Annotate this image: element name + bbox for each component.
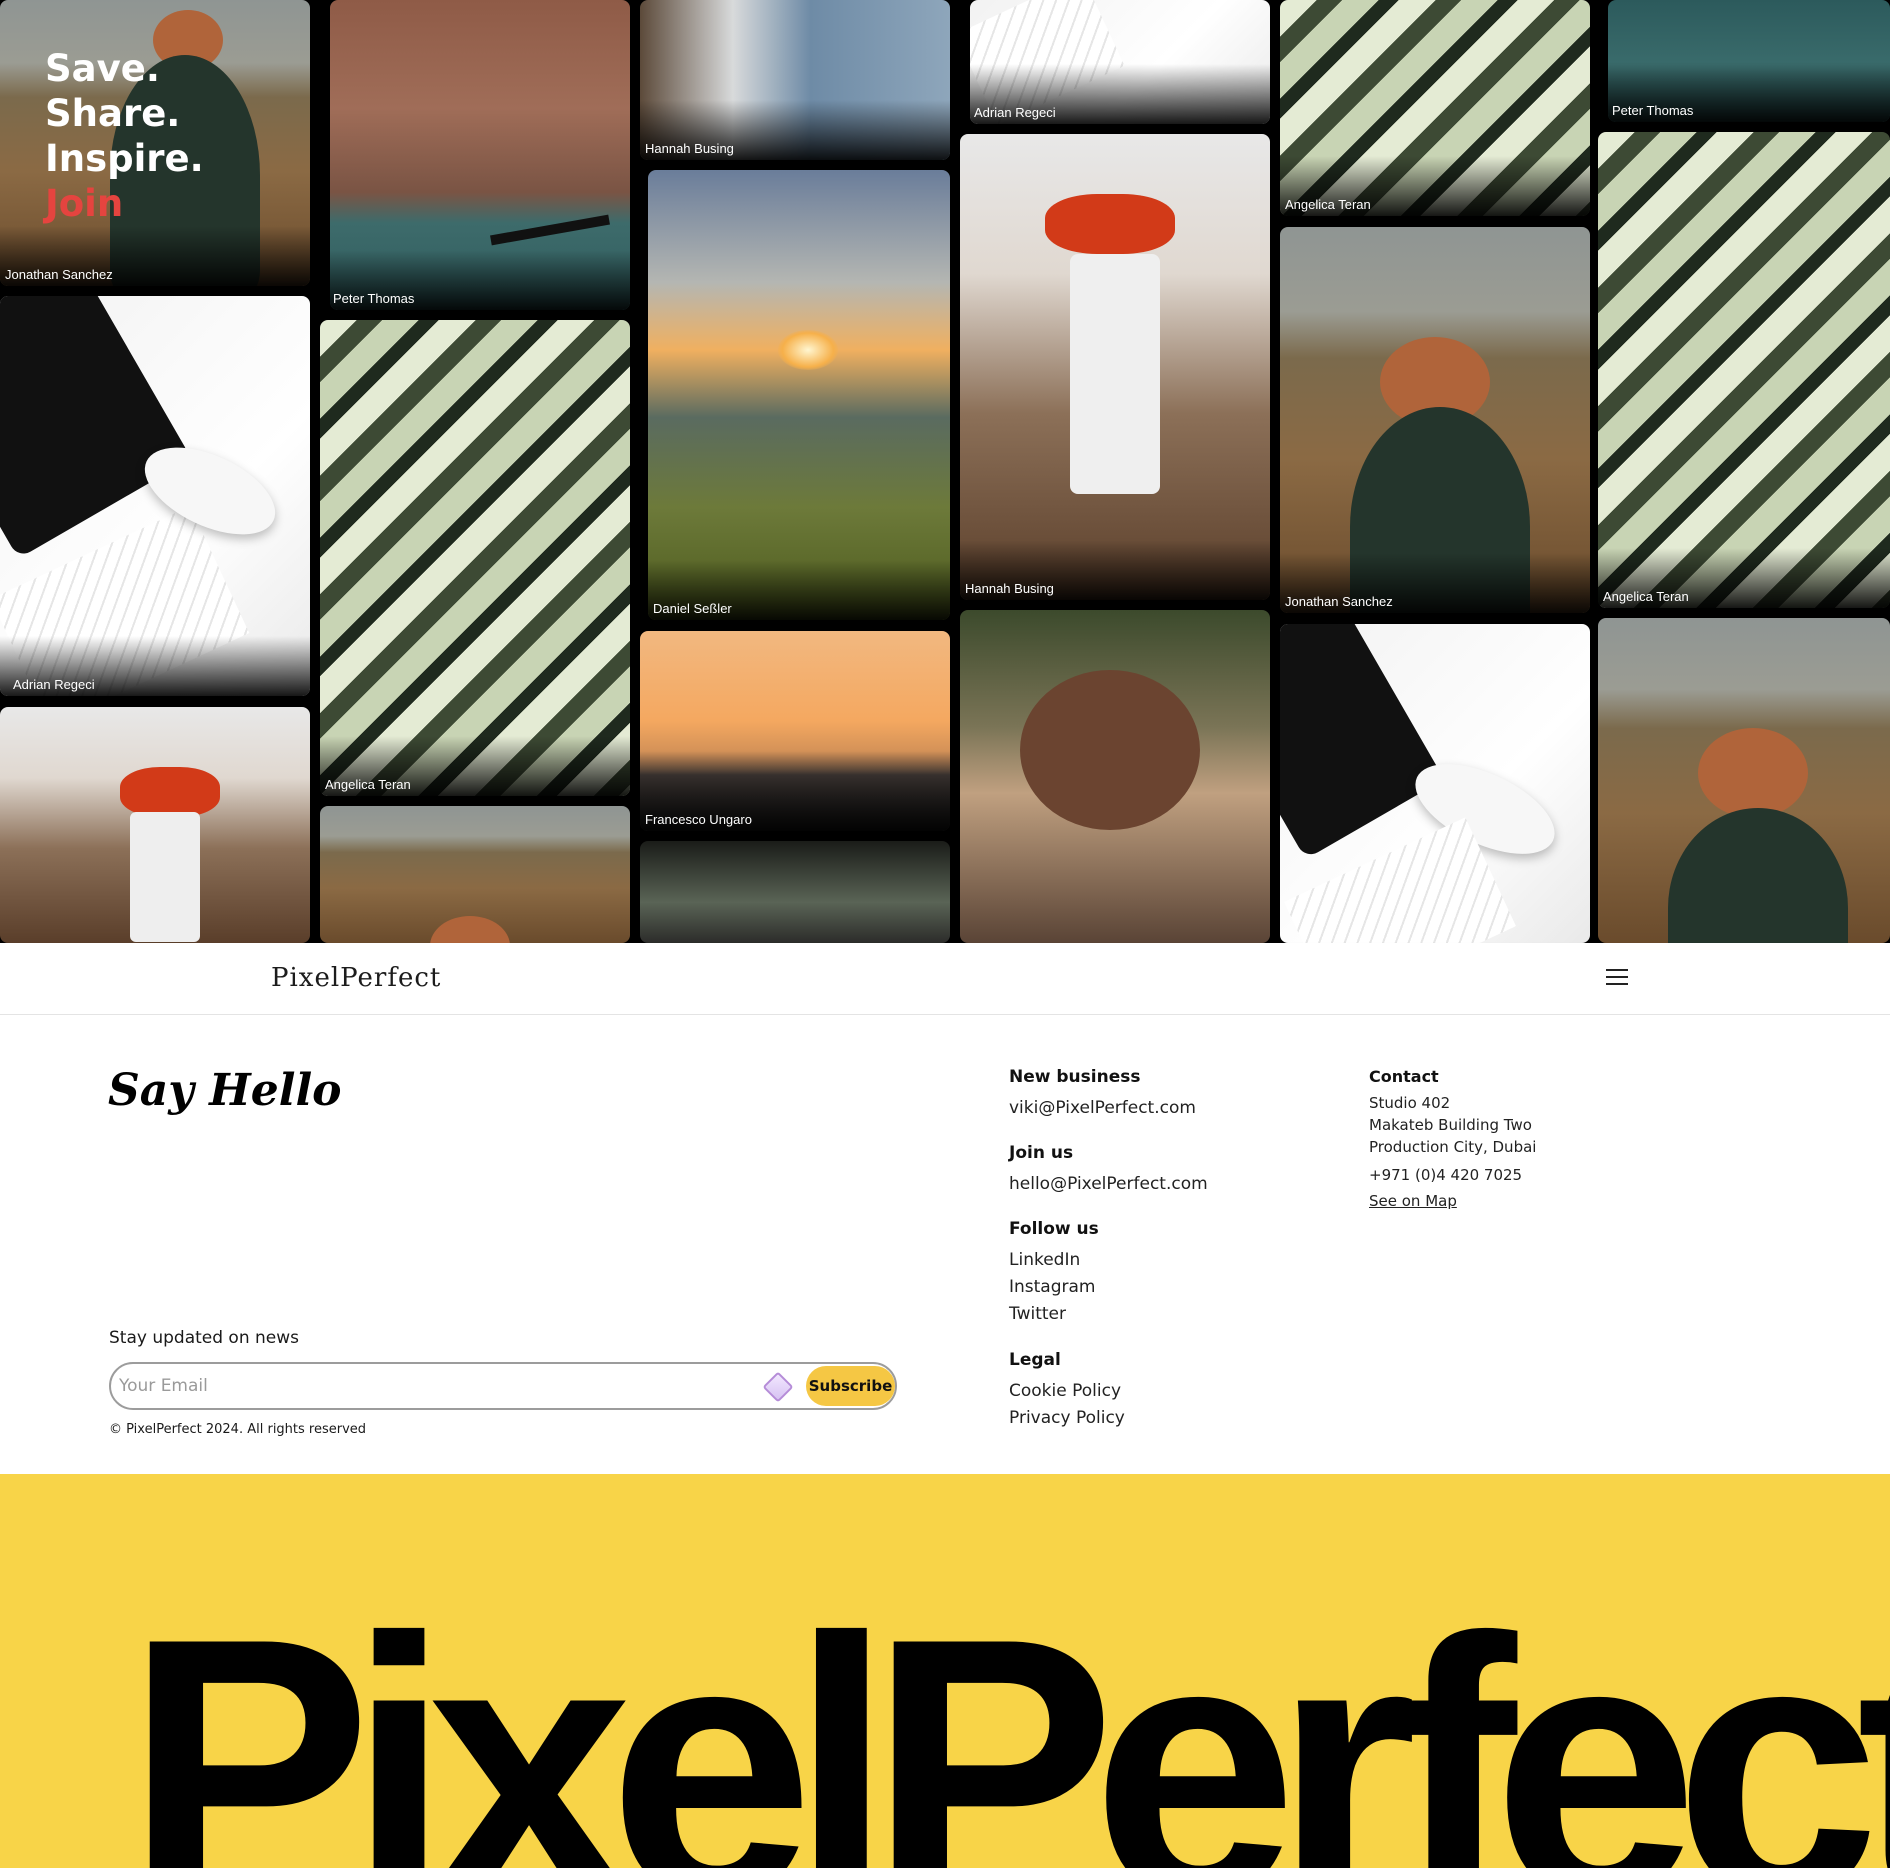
hero-line: Share. bbox=[45, 92, 181, 135]
hamburger-menu-icon[interactable] bbox=[1606, 969, 1628, 987]
hero-line: Inspire. bbox=[45, 137, 204, 180]
photo-credit: Hannah Busing bbox=[965, 581, 1054, 596]
email-input[interactable] bbox=[119, 1372, 759, 1400]
photo-credit: Angelica Teran bbox=[1603, 589, 1689, 604]
boy-hat-shape bbox=[1698, 728, 1808, 818]
section-title: Join us bbox=[1009, 1143, 1074, 1163]
follow-us-section: Follow us LinkedIn Instagram Twitter bbox=[1009, 1219, 1099, 1328]
contact-section: Contact Studio 402 Makateb Building Two … bbox=[1369, 1067, 1536, 1210]
address-line: Production City, Dubai bbox=[1369, 1138, 1537, 1156]
instagram-link[interactable]: Instagram bbox=[1009, 1274, 1099, 1301]
flowers-shape bbox=[1045, 194, 1175, 254]
footer: Say Hello Stay updated on news Subscribe… bbox=[0, 1015, 1890, 1474]
banner-wordmark: PixelPerfect bbox=[125, 1562, 1890, 1868]
twitter-link[interactable]: Twitter bbox=[1009, 1301, 1099, 1328]
brand-banner: PixelPerfect bbox=[0, 1474, 1890, 1868]
photo-tile[interactable] bbox=[960, 610, 1270, 943]
photo-tile[interactable]: Hannah Busing bbox=[960, 134, 1270, 600]
photo-tile[interactable]: Angelica Teran bbox=[320, 320, 630, 796]
join-us-section: Join us hello@PixelPerfect.com bbox=[1009, 1143, 1208, 1198]
photo-tile[interactable]: Daniel Seßler bbox=[648, 170, 950, 620]
cookie-policy-link[interactable]: Cookie Policy bbox=[1009, 1378, 1125, 1405]
photo-credit: Hannah Busing bbox=[645, 141, 734, 156]
address-line: Makateb Building Two bbox=[1369, 1116, 1532, 1134]
photo-credit: Adrian Regeci bbox=[13, 677, 95, 692]
copyright: © PixelPerfect 2024. All rights reserved bbox=[109, 1422, 367, 1437]
photo-credit: Angelica Teran bbox=[1285, 197, 1371, 212]
photo-credit: Peter Thomas bbox=[1612, 103, 1694, 118]
section-title: Legal bbox=[1009, 1350, 1061, 1370]
photo-credit: Daniel Seßler bbox=[653, 601, 732, 616]
phone-number[interactable]: +971 (0)4 420 7025 bbox=[1369, 1166, 1536, 1184]
hair-shape bbox=[1020, 670, 1200, 830]
gondola-shape bbox=[490, 214, 610, 246]
linkedin-link[interactable]: LinkedIn bbox=[1009, 1247, 1099, 1274]
boy-hat-shape bbox=[430, 916, 510, 943]
photo-tile[interactable]: Adrian Regeci bbox=[970, 0, 1270, 124]
newsletter-label: Stay updated on news bbox=[109, 1328, 300, 1348]
photo-tile[interactable] bbox=[320, 806, 630, 943]
section-title: New business bbox=[1009, 1067, 1141, 1087]
photo-credit: Angelica Teran bbox=[325, 777, 411, 792]
section-title: Contact bbox=[1369, 1067, 1439, 1086]
photo-tile[interactable] bbox=[0, 707, 310, 943]
photo-gallery: Jonathan Sanchez Save. Share. Inspire. J… bbox=[0, 0, 1890, 943]
boy-figure-shape bbox=[1668, 808, 1848, 943]
photo-credit: Adrian Regeci bbox=[974, 105, 1056, 120]
photo-tile[interactable]: Jonathan Sanchez bbox=[1280, 227, 1590, 613]
flowers-shape bbox=[120, 767, 220, 817]
gem-icon bbox=[762, 1371, 794, 1403]
photo-tile[interactable] bbox=[640, 841, 950, 943]
top-navbar: PixelPerfect bbox=[0, 943, 1890, 1015]
hero-tagline: Save. Share. Inspire. Join bbox=[45, 46, 204, 226]
photo-tile[interactable]: Angelica Teran bbox=[1598, 132, 1890, 608]
new-business-email-link[interactable]: viki@PixelPerfect.com bbox=[1009, 1095, 1196, 1122]
photo-tile[interactable]: Peter Thomas bbox=[330, 0, 630, 310]
sun-glow-shape bbox=[778, 330, 838, 370]
tablet-shape bbox=[1280, 624, 1445, 860]
photo-tile[interactable]: Francesco Ungaro bbox=[640, 631, 950, 831]
photo-credit: Peter Thomas bbox=[333, 291, 415, 306]
newsletter-form: Subscribe bbox=[109, 1362, 897, 1410]
photo-tile[interactable]: Hannah Busing bbox=[640, 0, 950, 160]
see-on-map-link[interactable]: See on Map bbox=[1369, 1192, 1536, 1210]
photo-tile[interactable] bbox=[1280, 624, 1590, 943]
section-title: Follow us bbox=[1009, 1219, 1099, 1239]
photo-tile[interactable]: Angelica Teran bbox=[1280, 0, 1590, 216]
photo-credit: Jonathan Sanchez bbox=[5, 267, 113, 282]
grinder-shape bbox=[130, 812, 200, 942]
photo-tile[interactable]: Peter Thomas bbox=[1608, 0, 1890, 122]
subscribe-button[interactable]: Subscribe bbox=[806, 1366, 895, 1406]
photo-credit: Jonathan Sanchez bbox=[1285, 594, 1393, 609]
say-hello-heading: Say Hello bbox=[108, 1065, 342, 1116]
logo[interactable]: PixelPerfect bbox=[271, 963, 441, 993]
hero-line: Save. bbox=[45, 47, 160, 90]
join-us-email-link[interactable]: hello@PixelPerfect.com bbox=[1009, 1171, 1208, 1198]
address-line: Studio 402 bbox=[1369, 1094, 1451, 1112]
privacy-policy-link[interactable]: Privacy Policy bbox=[1009, 1405, 1125, 1432]
photo-credit: Francesco Ungaro bbox=[645, 812, 752, 827]
legal-section: Legal Cookie Policy Privacy Policy bbox=[1009, 1350, 1125, 1432]
new-business-section: New business viki@PixelPerfect.com bbox=[1009, 1067, 1196, 1122]
photo-tile[interactable]: Adrian Regeci bbox=[0, 296, 310, 696]
hero-join-link[interactable]: Join bbox=[45, 181, 204, 226]
photo-tile[interactable] bbox=[1598, 618, 1890, 943]
grinder-shape bbox=[1070, 254, 1160, 494]
